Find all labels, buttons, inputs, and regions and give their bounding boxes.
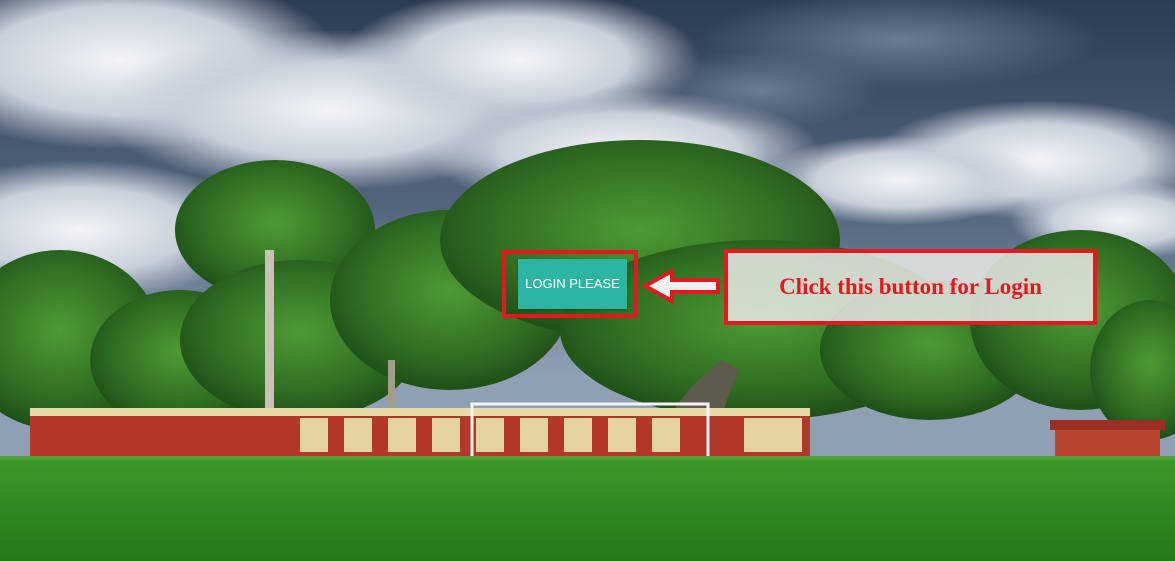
- login-page: LOGIN PLEASE Click this button for Login: [0, 0, 1175, 561]
- left-arrow-icon: [642, 268, 720, 305]
- annotation-text: Click this button for Login: [779, 274, 1042, 299]
- login-button[interactable]: LOGIN PLEASE: [518, 259, 627, 309]
- grass-field: [0, 456, 1175, 561]
- annotation-callout: Click this button for Login: [724, 249, 1097, 325]
